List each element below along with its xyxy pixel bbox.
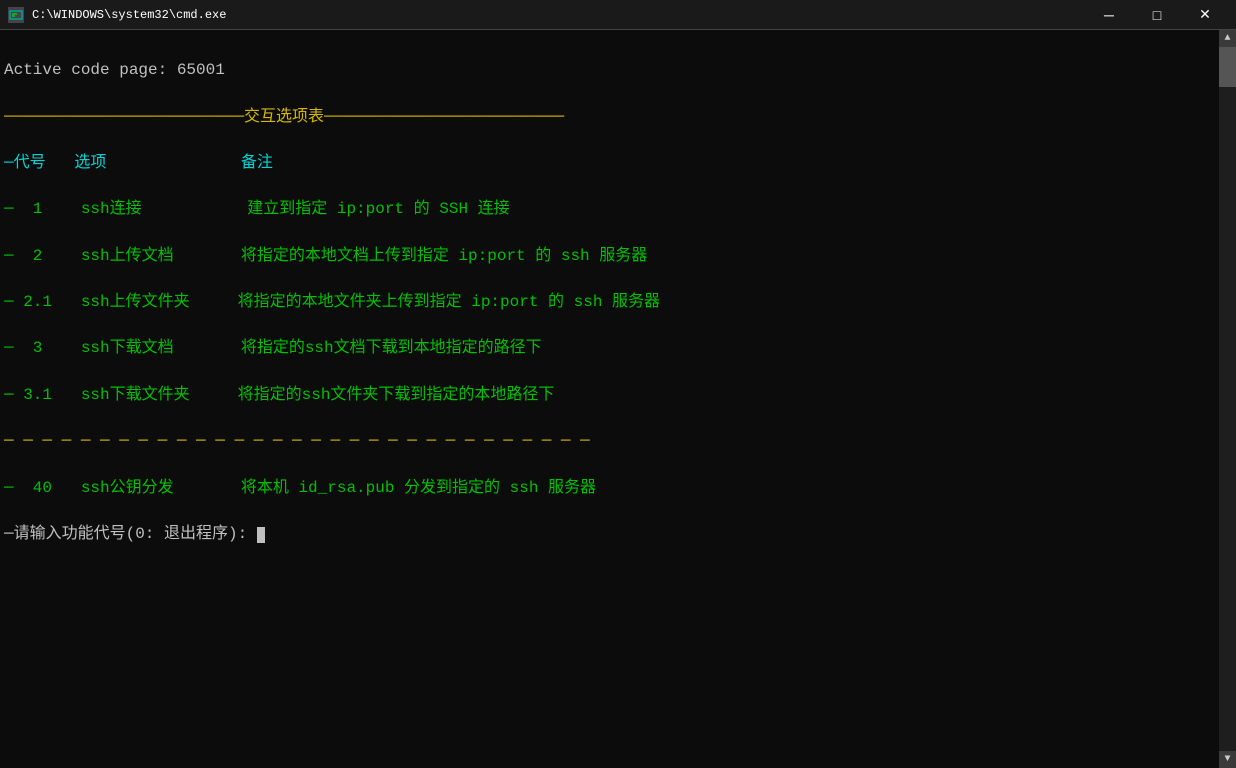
window-controls: ─ □ ✕ <box>1086 0 1228 30</box>
line-row3: ─ 3 ssh下载文档 将指定的ssh文档下载到本地指定的路径下 <box>4 339 542 357</box>
terminal-area[interactable]: Active code page: 65001 ────────────────… <box>0 30 1219 768</box>
line-header: ─代号 选项 备注 <box>4 154 273 172</box>
scrollbar: ▲ ▼ <box>1219 30 1236 768</box>
scroll-down-button[interactable]: ▼ <box>1219 751 1236 768</box>
prompt-text: ─请输入功能代号(0: 退出程序): <box>4 525 257 543</box>
maximize-button[interactable]: □ <box>1134 0 1180 30</box>
window-body: Active code page: 65001 ────────────────… <box>0 30 1236 768</box>
line-prompt: ─请输入功能代号(0: 退出程序): <box>4 525 265 543</box>
titlebar-left: C:\WINDOWS\system32\cmd.exe <box>8 7 226 23</box>
app-icon <box>8 7 24 23</box>
line-row3-1: ─ 3.1 ssh下载文件夹 将指定的ssh文件夹下载到指定的本地路径下 <box>4 386 554 404</box>
line-row40: ─ 40 ssh公钥分发 将本机 id_rsa.pub 分发到指定的 ssh 服… <box>4 479 596 497</box>
line-row2: ─ 2 ssh上传文档 将指定的本地文档上传到指定 ip:port 的 ssh … <box>4 247 647 265</box>
line-row1: ─ 1 ssh连接 建立到指定 ip:port 的 SSH 连接 <box>4 200 510 218</box>
line-row2-1: ─ 2.1 ssh上传文件夹 将指定的本地文件夹上传到指定 ip:port 的 … <box>4 293 660 311</box>
line-separator-mid: ─ ─ ─ ─ ─ ─ ─ ─ ─ ─ ─ ─ ─ ─ ─ ─ ─ ─ ─ ─ … <box>4 432 590 450</box>
line-separator-top: ─────────────────────────交互选项表──────────… <box>4 108 564 126</box>
terminal-content: Active code page: 65001 ────────────────… <box>4 36 1215 593</box>
cursor-blink <box>257 527 265 543</box>
close-button[interactable]: ✕ <box>1182 0 1228 30</box>
titlebar: C:\WINDOWS\system32\cmd.exe ─ □ ✕ <box>0 0 1236 30</box>
scroll-track[interactable] <box>1219 47 1236 751</box>
window-title: C:\WINDOWS\system32\cmd.exe <box>32 8 226 22</box>
minimize-button[interactable]: ─ <box>1086 0 1132 30</box>
scroll-thumb[interactable] <box>1219 47 1236 87</box>
window: C:\WINDOWS\system32\cmd.exe ─ □ ✕ Active… <box>0 0 1236 768</box>
scroll-up-button[interactable]: ▲ <box>1219 30 1236 47</box>
line-codepage: Active code page: 65001 <box>4 61 225 79</box>
